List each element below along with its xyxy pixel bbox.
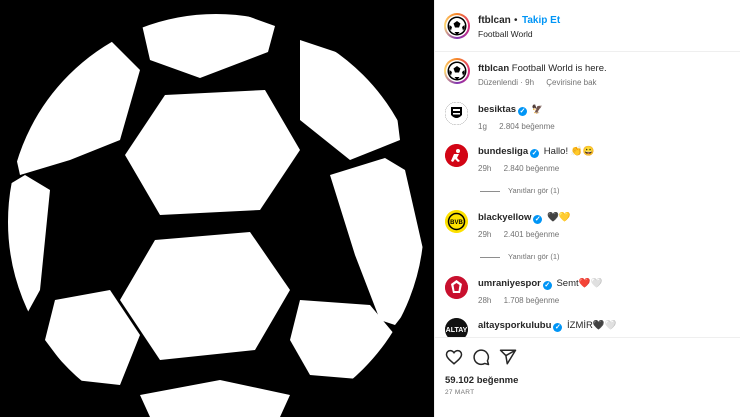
bundesliga-logo-icon — [445, 144, 468, 167]
post-image[interactable] — [0, 0, 434, 417]
comment-text-line: bundesliga ✓ Hallo! 👏😀 — [478, 146, 594, 158]
comment-meta: 29h 2.840 beğenme — [478, 164, 569, 173]
comment-icon[interactable] — [472, 348, 490, 366]
caption-username[interactable]: ftblcan — [478, 63, 509, 74]
comment-username[interactable]: blackyellow — [478, 212, 531, 223]
verified-icon: ✓ — [533, 215, 543, 224]
comment-likes[interactable]: 2.804 beğenme — [499, 122, 555, 131]
caption-avatar[interactable] — [444, 58, 470, 84]
comment-text-line: besiktas ✓ 🦅 — [478, 104, 543, 116]
comment-meta: 28h 1.708 beğenme — [478, 296, 569, 305]
svg-text:ALTAY: ALTAY — [446, 327, 468, 334]
verified-icon: ✓ — [553, 323, 563, 332]
umraniyespor-crest-icon — [445, 276, 468, 299]
translate-link[interactable]: Çevirisine bak — [546, 78, 596, 87]
bvb-logo-icon: BVB — [445, 210, 468, 233]
comment-time[interactable]: 29h — [478, 164, 491, 173]
comment-username[interactable]: umraniyespor — [478, 278, 541, 289]
comment-username[interactable]: besiktas — [478, 104, 516, 115]
comment-text-line: umraniyespor ✓ Semt❤️🤍 — [478, 278, 602, 290]
post-actions: 59.102 beğenme 27 MART — [435, 337, 740, 417]
replies-dash — [480, 190, 500, 192]
story-ring[interactable] — [444, 13, 470, 39]
blackyellow-avatar[interactable]: BVB — [445, 210, 468, 233]
comment-time[interactable]: 28h — [478, 296, 491, 305]
view-replies-button[interactable]: Yanıtları gör (1) — [480, 252, 560, 261]
view-replies-label: Yanıtları gör (1) — [508, 186, 560, 195]
comment-username[interactable]: altaysporkulubu — [478, 320, 551, 331]
post-header: ftblcan • Takip Et Football World — [435, 0, 740, 52]
comment-text-line: altaysporkulubu ✓ İZMİR🖤🤍 — [478, 320, 617, 332]
comment-text: 🦅 — [531, 104, 543, 114]
svg-text:BVB: BVB — [450, 220, 463, 226]
author-subtitle[interactable]: Football World — [478, 29, 533, 39]
verified-icon: ✓ — [518, 107, 528, 116]
replies-dash — [480, 256, 500, 258]
comment-time[interactable]: 1g — [478, 122, 487, 131]
heart-icon[interactable] — [445, 348, 463, 366]
comment-meta: 29h 2.401 beğenme — [478, 230, 569, 239]
comment-text: İZMİR🖤🤍 — [567, 320, 617, 331]
comment-text: Semt❤️🤍 — [556, 278, 603, 289]
comment-text: Hallo! 👏😀 — [543, 146, 595, 157]
edited-label: Düzenlendi · 9h — [478, 78, 535, 87]
caption-meta: Düzenlendi · 9h Çevirisine bak — [478, 78, 607, 87]
umraniyespor-avatar[interactable] — [445, 276, 468, 299]
follow-button[interactable]: Takip Et — [522, 15, 560, 26]
ball-avatar-icon — [447, 61, 467, 81]
altay-logo-icon: ALTAY — [445, 318, 468, 337]
soccer-ball-image — [0, 6, 432, 417]
share-icon[interactable] — [499, 348, 517, 366]
altay-avatar[interactable]: ALTAY — [445, 318, 468, 337]
comment-time[interactable]: 29h — [478, 230, 491, 239]
verified-icon: ✓ — [542, 281, 552, 290]
caption-text-line: ftblcan Football World is here. — [478, 63, 607, 74]
comment-likes[interactable]: 1.708 beğenme — [504, 296, 560, 305]
caption-text: Football World is here. — [511, 63, 607, 74]
author-username[interactable]: ftblcan — [478, 15, 511, 26]
ball-avatar-icon — [447, 16, 467, 36]
post-side-panel: ftblcan • Takip Et Football World ftblca… — [434, 0, 740, 417]
comment-username[interactable]: bundesliga — [478, 146, 528, 157]
besiktas-crest-icon — [445, 102, 468, 125]
verified-icon: ✓ — [530, 149, 540, 158]
view-replies-button[interactable]: Yanıtları gör (1) — [480, 186, 560, 195]
comment-text: 🖤💛 — [546, 212, 571, 223]
comments-list[interactable]: ftblcan Football World is here. Düzenlen… — [435, 52, 740, 337]
post-date[interactable]: 27 MART — [445, 389, 474, 396]
bundesliga-avatar[interactable] — [445, 144, 468, 167]
likes-count[interactable]: 59.102 beğenme — [445, 375, 518, 386]
separator-dot: • — [514, 15, 518, 26]
comment-meta: 1g 2.804 beğenme — [478, 122, 565, 131]
besiktas-avatar[interactable] — [445, 102, 468, 125]
view-replies-label: Yanıtları gör (1) — [508, 252, 560, 261]
comment-text-line: blackyellow ✓ 🖤💛 — [478, 212, 571, 224]
comment-likes[interactable]: 2.840 beğenme — [504, 164, 560, 173]
comment-likes[interactable]: 2.401 beğenme — [504, 230, 560, 239]
